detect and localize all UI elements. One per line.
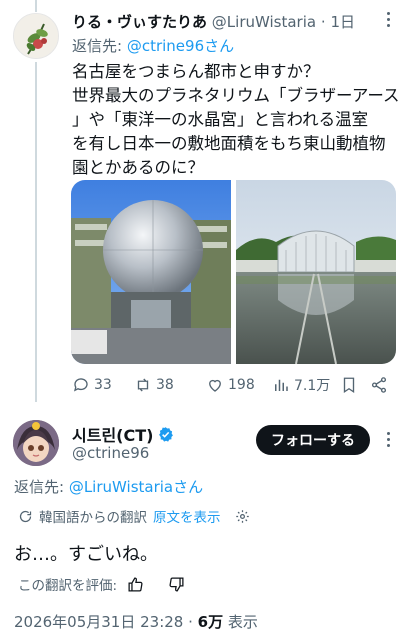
views-count: 7.1万 <box>294 378 331 394</box>
tweet-text: 名古屋をつまらん都市と申すか？ 世界最大のプラネタリウム「ブラザーアース 」や「… <box>72 60 402 180</box>
show-original-link[interactable]: 原文を表示 <box>153 506 221 526</box>
greenhouse-photo[interactable] <box>236 180 396 364</box>
reply-to-prefix: 返信先: <box>72 37 127 55</box>
reply-to-prefix: 返信先: <box>14 478 69 496</box>
thumbs-down-icon[interactable] <box>168 576 185 593</box>
reply-button[interactable]: 33 <box>72 374 112 396</box>
avatar[interactable] <box>13 420 59 466</box>
follow-button[interactable]: フォローする <box>256 425 370 455</box>
tweet-actions: 33 38 198 7.1万 <box>72 374 392 396</box>
more-icon[interactable] <box>380 432 396 450</box>
retweet-button[interactable]: 38 <box>134 374 174 396</box>
media-grid <box>71 180 396 364</box>
handle[interactable]: @ctrine96 <box>72 444 149 462</box>
views-icon <box>275 379 288 391</box>
like-icon <box>209 379 221 392</box>
avatar[interactable] <box>13 13 59 59</box>
display-name[interactable]: りる・ヴぃすたりあ <box>72 13 207 31</box>
handle[interactable]: @LiruWistaria <box>212 13 316 31</box>
gear-icon[interactable] <box>235 509 250 524</box>
translation-info: 韓国語からの翻訳 原文を表示 <box>18 506 250 526</box>
tweet-text-line: 名古屋をつまらん都市と申すか？ <box>72 62 320 81</box>
more-icon[interactable] <box>380 12 396 30</box>
display-name[interactable]: 시트린(CT) <box>72 422 153 446</box>
translated-from: 韓国語からの翻訳 <box>39 510 147 526</box>
tweet-text-line: 園とかあるのに？ <box>72 158 204 177</box>
tweet-header: りる・ヴぃすたりあ @LiruWistaria · 1日 <box>72 11 380 33</box>
retweet-icon <box>137 378 149 392</box>
focused-tweet: 시트린(CT) @ctrine96 フォローする 返信先: @LiruWista… <box>0 410 410 640</box>
planetarium-photo[interactable] <box>71 180 231 364</box>
reply-to: 返信先: @LiruWistariaさん <box>14 476 203 497</box>
bookmark-button[interactable] <box>340 374 358 396</box>
reply-icon <box>73 378 88 392</box>
reply-count: 33 <box>94 377 112 393</box>
tweet-text: お…。すごいね。 <box>14 544 158 565</box>
reply-to: 返信先: @ctrine96さん <box>72 35 234 56</box>
tweet-text-line: を有し日本一の敷地面積をもち東山動植物 <box>72 134 386 153</box>
separator: · <box>320 13 326 31</box>
views-button[interactable]: 7.1万 <box>272 374 330 396</box>
share-button[interactable] <box>370 374 388 396</box>
reply-to-mention[interactable]: @ctrine96さん <box>127 37 234 55</box>
reply-tweet[interactable]: りる・ヴぃすたりあ @LiruWistaria · 1日 返信先: @ctrin… <box>0 0 410 410</box>
share-icon <box>371 377 387 393</box>
reply-to-mention[interactable]: @LiruWistariaさん <box>69 478 203 496</box>
thread-line <box>35 62 37 402</box>
thumbs-up-icon[interactable] <box>127 576 144 593</box>
tweet-text-line: 世界最大のプラネタリウム「ブラザーアース <box>72 86 400 105</box>
display-name-row: 시트린(CT) <box>72 422 174 446</box>
rate-translation: この翻訳を評価: <box>18 573 185 595</box>
views-count: 6万 <box>197 613 224 631</box>
retweet-count: 38 <box>156 377 174 393</box>
like-count: 198 <box>228 377 255 393</box>
timestamp[interactable]: 1日 <box>330 13 355 31</box>
verified-icon <box>159 426 174 442</box>
views-label: 表示 <box>223 613 258 631</box>
rate-translation-label: この翻訳を評価: <box>18 578 118 594</box>
tweet-text-line: 」や「東洋一の水晶宮」と言われる温室 <box>72 110 369 129</box>
translate-icon <box>19 510 32 522</box>
like-button[interactable]: 198 <box>206 374 255 396</box>
timestamp[interactable]: 2026年05月31日 23:28 · <box>14 613 198 631</box>
tweet-meta: 2026年05月31日 23:28 · 6万 表示 <box>14 611 258 632</box>
bookmark-icon <box>343 377 355 394</box>
